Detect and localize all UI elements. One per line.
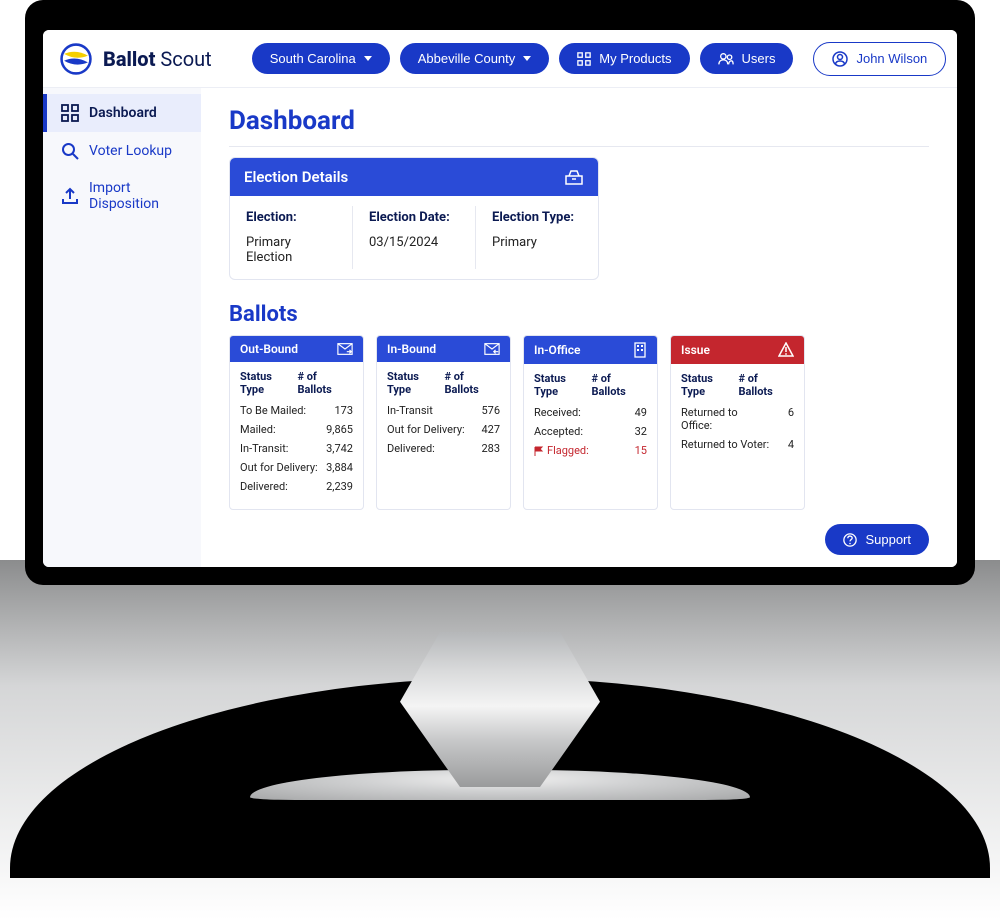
user-icon <box>832 51 848 67</box>
ballot-card: In-Office Status Type# of Ballots Received… <box>523 335 658 510</box>
app-brand: Ballot Scout <box>103 47 212 71</box>
election-card-header: Election Details <box>230 158 598 196</box>
sidebar-item-label: Dashboard <box>89 105 157 121</box>
ballots-title: Ballots <box>229 302 929 327</box>
ballot-row: In-Transit:3,742 <box>240 442 353 455</box>
ballot-card-body: Status Type# of Ballots In-Transit576 Out … <box>377 362 510 471</box>
my-products-button[interactable]: My Products <box>559 43 689 74</box>
app-logo-icon <box>59 42 93 76</box>
search-icon <box>61 142 79 160</box>
election-col: Election Type: Primary <box>476 206 598 269</box>
ballot-card-header: Issue <box>671 336 804 364</box>
screen: Ballot Scout South Carolina Abbeville Co… <box>43 30 957 567</box>
sidebar-item-dashboard[interactable]: Dashboard <box>43 94 201 132</box>
in-bound-icon <box>484 342 500 356</box>
chevron-down-icon <box>523 56 531 61</box>
county-dropdown[interactable]: Abbeville County <box>400 43 550 74</box>
grid-icon <box>577 52 591 66</box>
ballot-card-columns: Status Type# of Ballots <box>534 372 647 398</box>
ballot-row: In-Transit576 <box>387 404 500 417</box>
ballot-card-columns: Status Type# of Ballots <box>240 370 353 396</box>
sidebar-item-label: Import Disposition <box>89 180 187 212</box>
users-icon <box>718 52 734 66</box>
ballot-card-columns: Status Type# of Ballots <box>387 370 500 396</box>
page-title: Dashboard <box>229 106 929 147</box>
sidebar-item-voter-lookup[interactable]: Voter Lookup <box>43 132 201 170</box>
help-icon <box>843 533 857 547</box>
election-col: Election: Primary Election <box>230 206 353 269</box>
ballot-card: In-Bound Status Type# of Ballots In-Transi… <box>376 335 511 510</box>
chevron-down-icon <box>364 56 372 61</box>
support-button[interactable]: Support <box>825 524 929 555</box>
ballot-row: Flagged:15 <box>534 444 647 457</box>
dashboard-icon <box>61 104 79 122</box>
ballot-row: Out for Delivery:3,884 <box>240 461 353 474</box>
topbar: Ballot Scout South Carolina Abbeville Co… <box>43 30 957 88</box>
sidebar-item-import-disposition[interactable]: Import Disposition <box>43 170 201 222</box>
ballot-row: Out for Delivery:427 <box>387 423 500 436</box>
sidebar: Dashboard Voter Lookup Import Dispositio… <box>43 88 201 567</box>
ballot-card: Issue Status Type# of Ballots Returned to … <box>670 335 805 510</box>
upload-icon <box>61 187 79 205</box>
body: Dashboard Voter Lookup Import Dispositio… <box>43 88 957 567</box>
ballot-card-body: Status Type# of Ballots To Be Mailed:173 M… <box>230 362 363 509</box>
ballot-cards-row: Out-Bound Status Type# of Ballots To Be Ma… <box>229 335 929 510</box>
sidebar-item-label: Voter Lookup <box>89 143 172 159</box>
user-menu-button[interactable]: John Wilson <box>813 42 946 76</box>
ballot-card-header: Out-Bound <box>230 336 363 362</box>
issue-icon <box>778 342 794 358</box>
election-col: Election Date: 03/15/2024 <box>353 206 476 269</box>
ballot-row: Delivered:2,239 <box>240 480 353 493</box>
monitor-frame: Ballot Scout South Carolina Abbeville Co… <box>25 0 975 585</box>
ballot-row: Delivered:283 <box>387 442 500 455</box>
ballot-row: Received:49 <box>534 406 647 419</box>
main-content: Dashboard Election Details Election: Pr <box>201 88 957 567</box>
ballot-card-columns: Status Type# of Ballots <box>681 372 794 398</box>
ballot-row: Returned to Office:6 <box>681 406 794 432</box>
ballot-card: Out-Bound Status Type# of Ballots To Be Ma… <box>229 335 364 510</box>
election-card-body: Election: Primary Election Election Date… <box>230 196 598 279</box>
out-bound-icon <box>337 342 353 356</box>
ballot-card-body: Status Type# of Ballots Returned to Offic… <box>671 364 804 467</box>
ballot-row: Mailed:9,865 <box>240 423 353 436</box>
ballot-card-body: Status Type# of Ballots Received:49 Accept… <box>524 364 657 473</box>
ballot-card-header: In-Bound <box>377 336 510 362</box>
ballot-box-icon <box>564 168 584 186</box>
ballot-row: Accepted:32 <box>534 425 647 438</box>
users-button[interactable]: Users <box>700 43 794 74</box>
ballot-row: Returned to Voter:4 <box>681 438 794 451</box>
ballot-row: To Be Mailed:173 <box>240 404 353 417</box>
in-office-icon <box>633 342 647 358</box>
election-details-card: Election Details Election: Primary Elect… <box>229 157 599 280</box>
ballot-card-header: In-Office <box>524 336 657 364</box>
monitor-stand-neck <box>400 632 600 787</box>
state-dropdown[interactable]: South Carolina <box>252 43 390 74</box>
